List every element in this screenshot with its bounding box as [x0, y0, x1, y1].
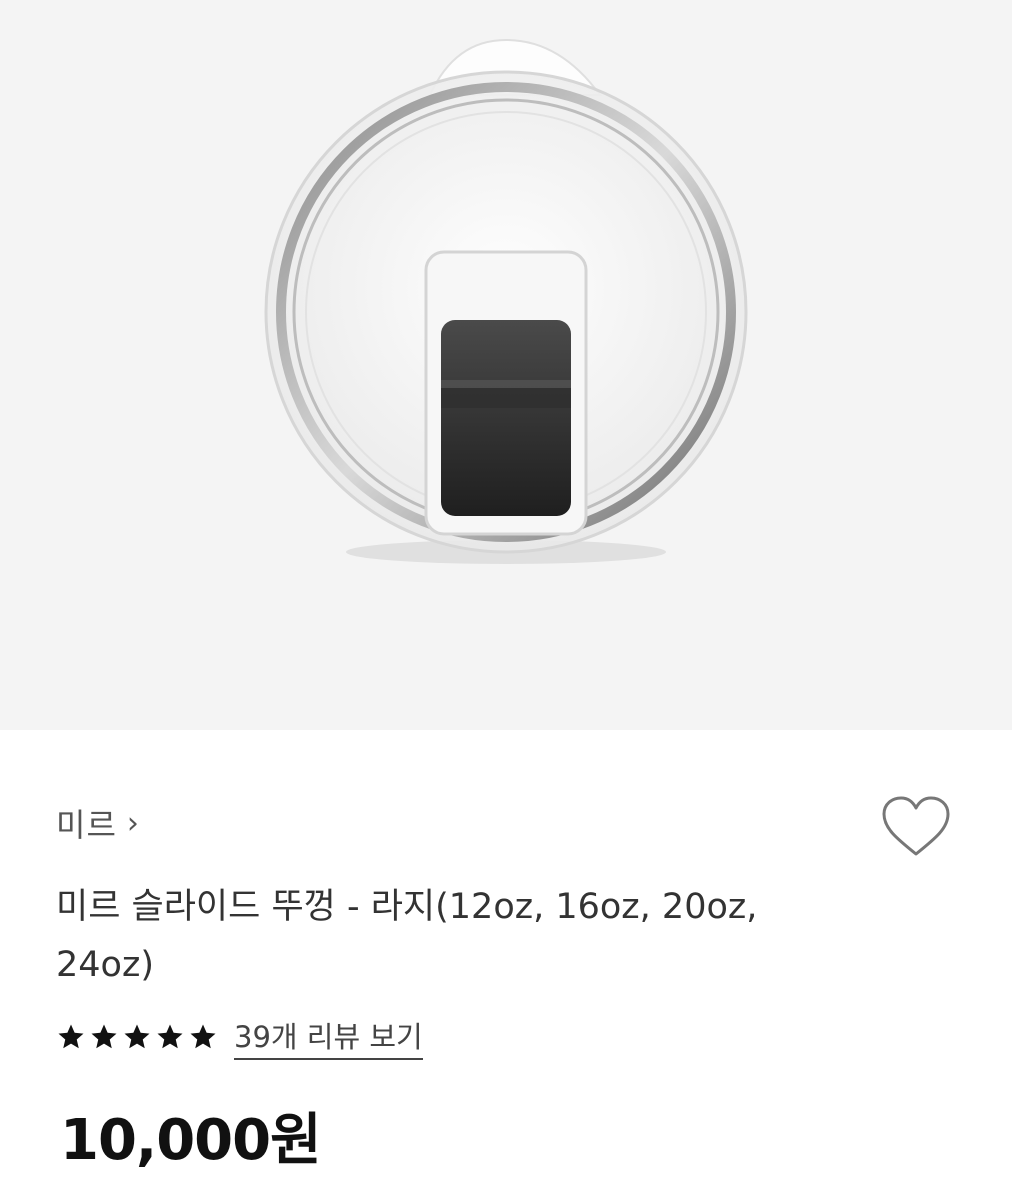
- price: 10,000원: [60, 1108, 322, 1173]
- brand-name: 미르: [56, 806, 117, 844]
- star-icon: [124, 1024, 150, 1049]
- brand-link[interactable]: 미르 ›: [56, 800, 140, 846]
- star-rating: [56, 1022, 218, 1052]
- review-link[interactable]: 39개 리뷰 보기: [234, 1014, 423, 1060]
- lid-illustration: [264, 38, 748, 564]
- star-icon: [58, 1024, 84, 1049]
- star-icon: [190, 1024, 216, 1049]
- heart-outline-icon: [882, 796, 950, 856]
- chevron-right-icon: ›: [126, 805, 140, 841]
- product-image[interactable]: [0, 0, 1012, 730]
- rating-row: 39개 리뷰 보기: [56, 1014, 423, 1060]
- wishlist-button[interactable]: [876, 792, 956, 862]
- product-info: 미르 › 미르 슬라이드 뚜껑 - 라지(12oz, 16oz, 20oz, 2…: [0, 730, 1012, 1200]
- star-icon: [91, 1024, 117, 1049]
- star-icon: [157, 1024, 183, 1049]
- product-title: 미르 슬라이드 뚜껑 - 라지(12oz, 16oz, 20oz, 24oz): [56, 887, 758, 985]
